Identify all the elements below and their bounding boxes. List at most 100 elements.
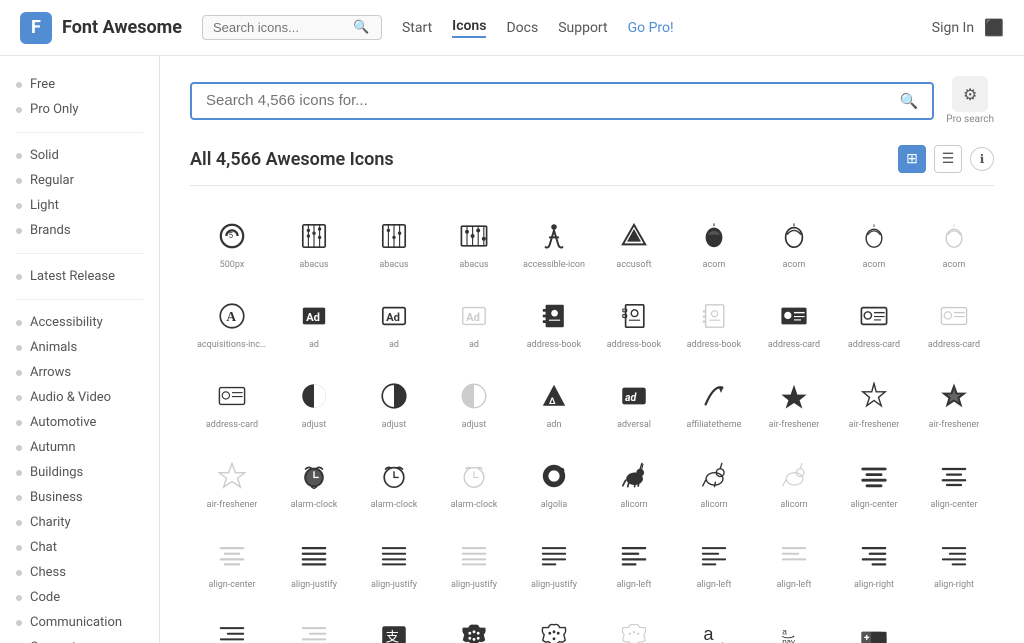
sidebar-item-chess[interactable]: Chess	[0, 560, 159, 585]
icon-cell-address-card4[interactable]: address-card	[190, 362, 274, 442]
icon-cell-allergies3[interactable]: allergies	[594, 602, 674, 643]
icon-cell-alarm1[interactable]: alarm-clock	[274, 442, 354, 522]
sidebar-item-arrows[interactable]: Arrows	[0, 360, 159, 385]
sidebar-item-light[interactable]: Light	[0, 193, 159, 218]
header-search-input[interactable]	[213, 20, 353, 35]
sidebar-item-free[interactable]: Free	[0, 72, 159, 97]
icon-align-left3	[776, 538, 812, 574]
sidebar-item-latest-release[interactable]: Latest Release	[0, 264, 159, 289]
icon-cell-alicorn2[interactable]: alicorn	[674, 442, 754, 522]
icon-cell-allergies2[interactable]: allergies	[514, 602, 594, 643]
icon-cell-air-freshener4[interactable]: air-freshener	[190, 442, 274, 522]
sidebar-item-communication[interactable]: Communication	[0, 610, 159, 635]
icon-cell-adjust1[interactable]: adjust	[274, 362, 354, 442]
icon-cell-align-right1[interactable]: align-right	[834, 522, 914, 602]
icon-cell-500px[interactable]: 5 500px	[190, 202, 274, 282]
sidebar-item-computers[interactable]: Computers	[0, 635, 159, 643]
icon-cell-adversal[interactable]: ad adversal	[594, 362, 674, 442]
icon-cell-abacus3[interactable]: abacus	[434, 202, 514, 282]
icon-cell-align-right3[interactable]: align-right	[190, 602, 274, 643]
big-search-box[interactable]: 🔍	[190, 82, 934, 120]
sidebar-item-audio-video[interactable]: Audio & Video	[0, 385, 159, 410]
icon-cell-align-justify4[interactable]: align-justify	[514, 522, 594, 602]
icon-cell-alarm2[interactable]: alarm-clock	[354, 442, 434, 522]
icon-cell-allergies1[interactable]: allergies	[434, 602, 514, 643]
sign-in-button[interactable]: Sign In	[932, 20, 974, 36]
sidebar-item-chat[interactable]: Chat	[0, 535, 159, 560]
icon-cell-align-justify2[interactable]: align-justify	[354, 522, 434, 602]
icon-label-address-book2: address-book	[607, 340, 661, 351]
nav-start[interactable]: Start	[402, 20, 432, 36]
sidebar-item-autumn[interactable]: Autumn	[0, 435, 159, 460]
icon-cell-align-left3[interactable]: align-left	[754, 522, 834, 602]
grid-view-button[interactable]: ⊞	[898, 145, 926, 173]
icon-cell-abacus2[interactable]: abacus	[354, 202, 434, 282]
icon-cell-alicorn1[interactable]: alicorn	[594, 442, 674, 522]
icon-cell-affiliatetheme[interactable]: affiliatetheme	[674, 362, 754, 442]
icon-cell-adn[interactable]: Δ adn	[514, 362, 594, 442]
nav-support[interactable]: Support	[558, 20, 607, 36]
icon-cell-acorn3[interactable]: acorn	[834, 202, 914, 282]
icon-cell-air-freshener3[interactable]: air-freshener	[914, 362, 994, 442]
icon-cell-acorn2[interactable]: acorn	[754, 202, 834, 282]
sidebar-item-charity[interactable]: Charity	[0, 510, 159, 535]
big-search-input[interactable]	[206, 92, 900, 109]
info-button[interactable]: ℹ	[970, 147, 994, 171]
icon-cell-ad3[interactable]: Ad ad	[434, 282, 514, 362]
list-view-button[interactable]: ☰	[934, 145, 962, 173]
icon-cell-align-right2[interactable]: align-right	[914, 522, 994, 602]
icon-cell-accusoft[interactable]: accusoft	[594, 202, 674, 282]
icon-cell-address-card2[interactable]: address-card	[834, 282, 914, 362]
nav-icons[interactable]: Icons	[452, 18, 486, 38]
icon-cell-address-book2[interactable]: address-book	[594, 282, 674, 362]
icon-air-freshener4	[214, 458, 250, 494]
icon-cell-acorn4[interactable]: acorn	[914, 202, 994, 282]
sidebar-item-business[interactable]: Business	[0, 485, 159, 510]
icon-cell-alicorn3[interactable]: alicorn	[754, 442, 834, 522]
icon-cell-amazon[interactable]: a amazon	[674, 602, 754, 643]
icon-cell-align-center2[interactable]: align-center	[914, 442, 994, 522]
sidebar-label-audio: Audio & Video	[30, 390, 111, 405]
icon-cell-adjust3[interactable]: adjust	[434, 362, 514, 442]
icon-cell-abacus1[interactable]: abacus	[274, 202, 354, 282]
header-search-box[interactable]: 🔍	[202, 15, 382, 40]
icon-cell-address-card1[interactable]: address-card	[754, 282, 834, 362]
icon-cell-align-center3[interactable]: align-center	[190, 522, 274, 602]
icon-label-500px: 500px	[220, 260, 245, 271]
sidebar-item-code[interactable]: Code	[0, 585, 159, 610]
icon-cell-air-freshener1[interactable]: air-freshener	[754, 362, 834, 442]
icon-cell-align-justify3[interactable]: align-justify	[434, 522, 514, 602]
icon-cell-acorn1[interactable]: acorn	[674, 202, 754, 282]
icon-cell-accessible[interactable]: accessible-icon	[514, 202, 594, 282]
sidebar-item-automotive[interactable]: Automotive	[0, 410, 159, 435]
icon-cell-address-card3[interactable]: address-card	[914, 282, 994, 362]
icon-cell-align-center1[interactable]: align-center	[834, 442, 914, 522]
icon-cell-algolia[interactable]: algolia	[514, 442, 594, 522]
sidebar-item-animals[interactable]: Animals	[0, 335, 159, 360]
sidebar-item-buildings[interactable]: Buildings	[0, 460, 159, 485]
icon-cell-align-right4[interactable]: align-right	[274, 602, 354, 643]
icon-cell-amazon-pay[interactable]: apay amazon-pay	[754, 602, 834, 643]
sidebar-item-brands[interactable]: Brands	[0, 218, 159, 243]
icon-cell-align-left2[interactable]: align-left	[674, 522, 754, 602]
icon-cell-ad2[interactable]: Ad ad	[354, 282, 434, 362]
icon-cell-ambulance[interactable]: ambulance	[834, 602, 914, 643]
sidebar-item-solid[interactable]: Solid	[0, 143, 159, 168]
icon-cell-air-freshener2[interactable]: air-freshener	[834, 362, 914, 442]
icon-cell-acq-inc[interactable]: A acquisitions-incorporated	[190, 282, 274, 362]
icon-cell-ad1[interactable]: Ad ad	[274, 282, 354, 362]
nav-gopro[interactable]: Go Pro!	[628, 20, 674, 36]
icon-cell-adjust2[interactable]: adjust	[354, 362, 434, 442]
icon-cell-alarm3[interactable]: alarm-clock	[434, 442, 514, 522]
icon-cell-address-book1[interactable]: address-book	[514, 282, 594, 362]
icon-cell-align-left1[interactable]: align-left	[594, 522, 674, 602]
sidebar-item-pro[interactable]: Pro Only	[0, 97, 159, 122]
icon-cell-address-book3[interactable]: address-book	[674, 282, 754, 362]
sidebar-item-regular[interactable]: Regular	[0, 168, 159, 193]
icon-cell-alipay[interactable]: 支 alipay	[354, 602, 434, 643]
svg-text:支: 支	[386, 630, 399, 643]
nav-docs[interactable]: Docs	[506, 20, 538, 36]
pro-search-button[interactable]: ⚙ Pro search	[946, 76, 994, 125]
sidebar-item-accessibility[interactable]: Accessibility	[0, 310, 159, 335]
icon-cell-align-justify1[interactable]: align-justify	[274, 522, 354, 602]
